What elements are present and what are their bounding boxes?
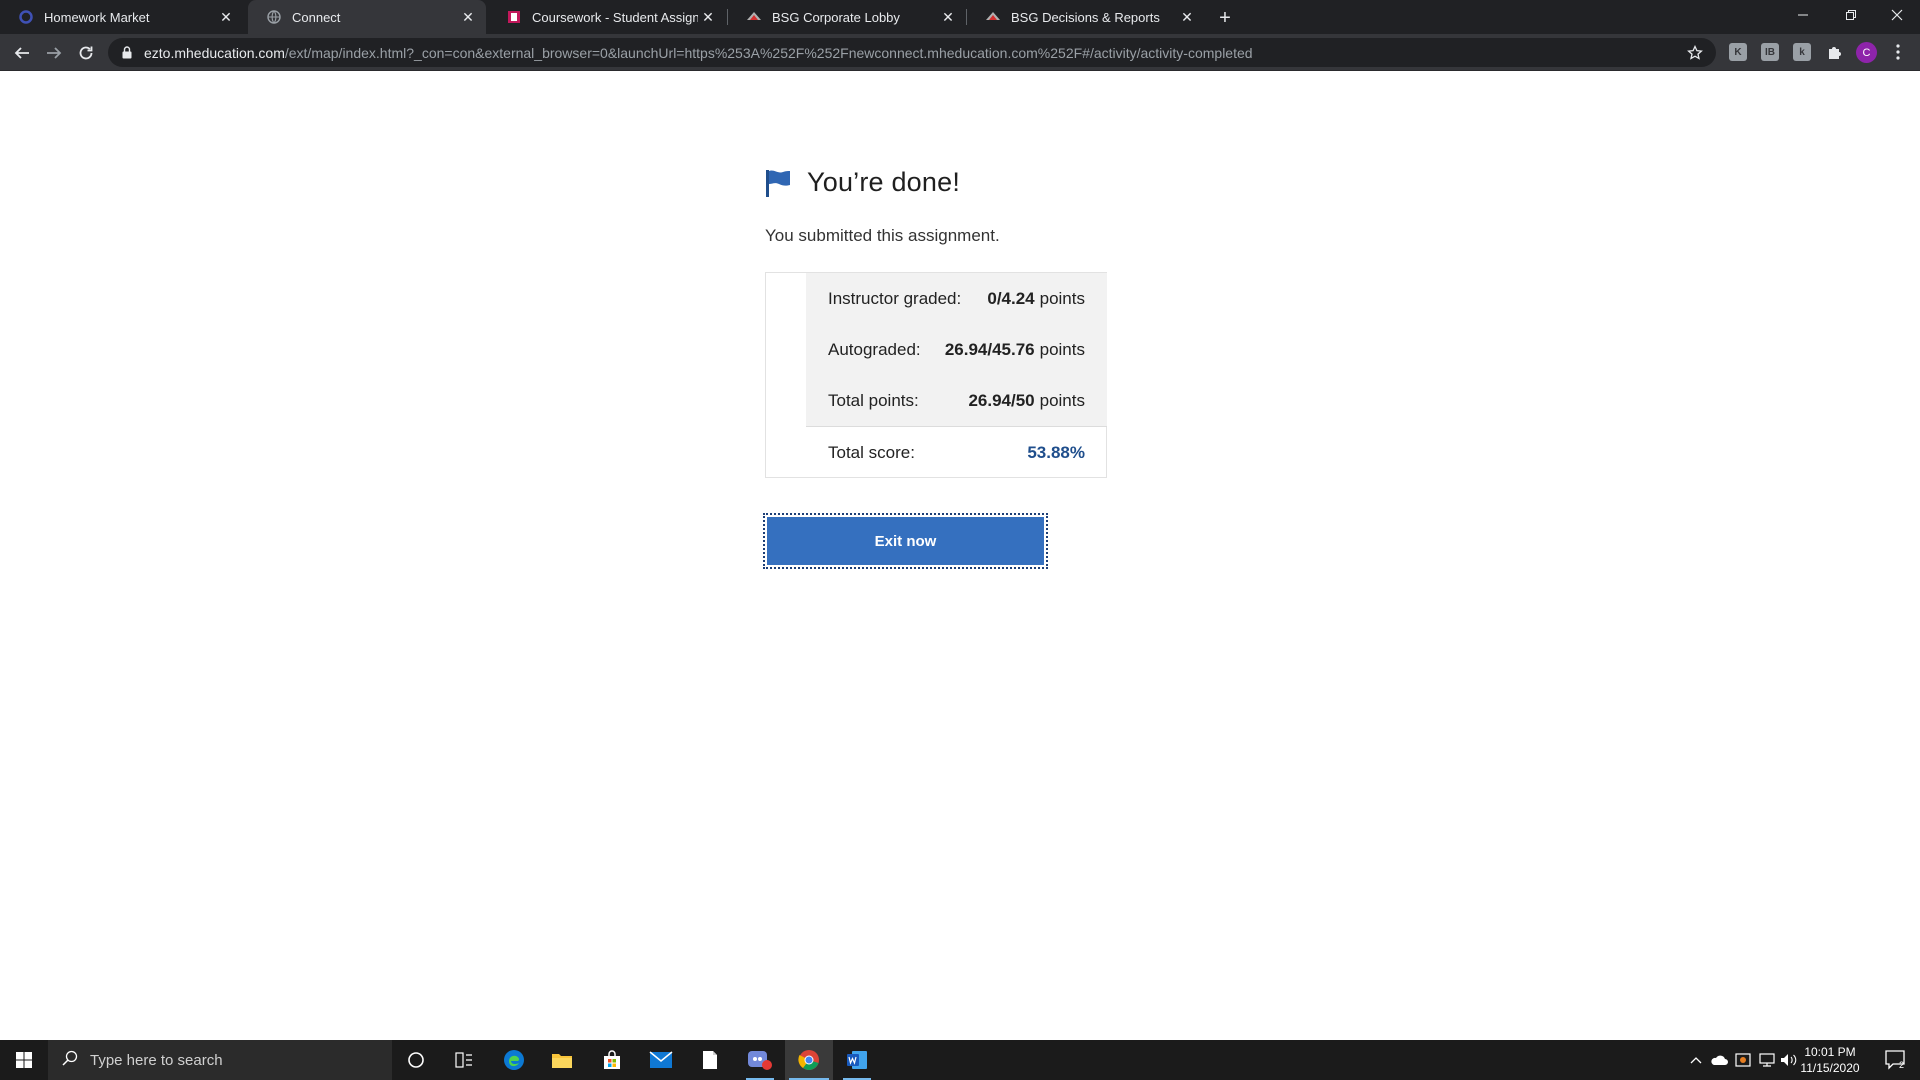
completion-header: You’re done! xyxy=(765,167,960,198)
reload-icon[interactable] xyxy=(72,39,100,67)
url-path: /ext/map/index.html?_con=con&external_br… xyxy=(284,44,1253,61)
new-tab-button[interactable]: + xyxy=(1212,5,1238,31)
submission-message: You submitted this assignment. xyxy=(765,226,1000,245)
tab-title: Homework Market xyxy=(44,9,150,25)
minimize-icon[interactable] xyxy=(1780,0,1826,30)
tab-coursework[interactable]: Coursework - Student Assignmen ✕ xyxy=(488,0,726,34)
score-label: Autograded: xyxy=(828,339,921,359)
flag-icon xyxy=(766,169,790,197)
page-content: You’re done! You submitted this assignme… xyxy=(0,71,1920,1040)
lock-icon xyxy=(120,46,134,60)
coursework-favicon-icon xyxy=(506,9,522,25)
close-tab-icon[interactable]: ✕ xyxy=(458,7,478,27)
score-value: 26.94/50 points xyxy=(968,391,1085,411)
tab-title: BSG Corporate Lobby xyxy=(772,9,900,25)
score-unit: points xyxy=(1039,339,1085,359)
score-row-total-points: Total points: 26.94/50 points xyxy=(806,375,1107,426)
browser-toolbar: ezto.mheducation.com/ext/map/index.html?… xyxy=(0,34,1920,71)
close-tab-icon[interactable]: ✕ xyxy=(938,7,958,27)
bsg-favicon-icon xyxy=(985,9,1001,25)
extensions-puzzle-icon[interactable] xyxy=(1820,39,1848,67)
mail-icon[interactable] xyxy=(637,1040,685,1080)
score-number: 26.94/45.76 xyxy=(944,339,1035,359)
cortana-icon[interactable] xyxy=(392,1040,440,1080)
tab-homework-market[interactable]: Homework Market ✕ xyxy=(0,0,244,34)
score-row-total-score: Total score: 53.88% xyxy=(806,427,1107,478)
clock-date: 11/15/2020 xyxy=(1800,1061,1860,1075)
security-shield-tray-icon[interactable] xyxy=(1732,1040,1754,1080)
clock-time: 10:01 PM xyxy=(1804,1045,1856,1059)
chrome-icon[interactable] xyxy=(785,1040,833,1080)
tab-title: Connect xyxy=(292,9,341,25)
network-icon[interactable] xyxy=(1756,1040,1778,1080)
address-bar[interactable]: ezto.mheducation.com/ext/map/index.html?… xyxy=(108,38,1716,67)
search-icon xyxy=(62,1050,78,1071)
close-tab-icon[interactable]: ✕ xyxy=(216,7,236,27)
file-explorer-icon[interactable] xyxy=(538,1040,586,1080)
tab-bsg-decisions-reports[interactable]: BSG Decisions & Reports ✕ xyxy=(967,0,1205,34)
tab-title: Coursework - Student Assignmen xyxy=(532,9,698,25)
total-score-value: 53.88% xyxy=(1027,442,1085,462)
exit-button-focus-ring: Exit now xyxy=(763,513,1048,569)
close-tab-icon[interactable]: ✕ xyxy=(698,7,718,27)
taskbar: Type here to search 10:01 PM 11/15/2020 … xyxy=(0,1040,1920,1080)
profile-avatar[interactable]: C xyxy=(1856,42,1877,63)
page-title: You’re done! xyxy=(807,167,961,197)
score-label: Total points: xyxy=(828,390,919,410)
edge-browser-icon[interactable] xyxy=(490,1040,538,1080)
score-number: 0/4.24 xyxy=(987,288,1035,308)
microsoft-store-icon[interactable] xyxy=(588,1040,636,1080)
exit-now-button[interactable]: Exit now xyxy=(767,517,1044,565)
tab-connect[interactable]: Connect ✕ xyxy=(248,0,486,34)
onedrive-cloud-icon[interactable] xyxy=(1708,1040,1730,1080)
score-row-autograded: Autograded: 26.94/45.76 points xyxy=(806,324,1107,375)
word-icon[interactable] xyxy=(833,1040,881,1080)
tray-chevron-up-icon[interactable] xyxy=(1686,1040,1706,1080)
homework-market-favicon-icon xyxy=(18,9,34,25)
tab-bsg-corporate-lobby[interactable]: BSG Corporate Lobby ✕ xyxy=(728,0,966,34)
notification-count: 2 xyxy=(1899,1060,1904,1070)
score-row-instructor-graded: Instructor graded: 0/4.24 points xyxy=(806,273,1107,324)
score-value: 0/4.24 points xyxy=(987,289,1085,309)
tab-strip: Homework Market ✕ Connect ✕ Coursework -… xyxy=(0,0,1920,34)
extension-k-lower-icon[interactable]: k xyxy=(1793,43,1811,61)
score-summary-card: Instructor graded: 0/4.24 points Autograd… xyxy=(765,272,1107,478)
taskbar-clock[interactable]: 10:01 PM 11/15/2020 xyxy=(1790,1044,1870,1076)
back-arrow-icon[interactable] xyxy=(8,39,36,67)
notifications-icon[interactable]: 2 xyxy=(1876,1040,1916,1080)
windows-start-icon[interactable] xyxy=(0,1040,48,1080)
discord-app-icon[interactable] xyxy=(736,1040,784,1080)
score-value: 26.94/45.76 points xyxy=(945,340,1085,360)
close-window-icon[interactable] xyxy=(1874,0,1920,30)
url-host: ezto.mheducation.com xyxy=(144,44,285,61)
close-tab-icon[interactable]: ✕ xyxy=(1177,7,1197,27)
score-unit: points xyxy=(1039,288,1085,308)
forward-arrow-icon[interactable] xyxy=(40,39,68,67)
search-placeholder: Type here to search xyxy=(90,1051,223,1069)
taskbar-search-box[interactable]: Type here to search xyxy=(48,1040,392,1080)
extension-k-icon[interactable]: K xyxy=(1729,43,1747,61)
bookmark-star-icon[interactable] xyxy=(1686,44,1704,62)
task-view-icon[interactable] xyxy=(440,1040,488,1080)
score-label: Instructor graded: xyxy=(828,288,962,308)
restore-icon[interactable] xyxy=(1828,0,1874,30)
bsg-favicon-icon xyxy=(746,9,762,25)
score-unit: points xyxy=(1039,390,1085,410)
globe-icon xyxy=(266,9,282,25)
extension-ib-icon[interactable]: IB xyxy=(1761,43,1779,61)
url-text: ezto.mheducation.com/ext/map/index.html?… xyxy=(144,45,1253,61)
notepad-file-icon[interactable] xyxy=(686,1040,734,1080)
browser-menu-icon[interactable] xyxy=(1888,42,1908,62)
total-score-label: Total score: xyxy=(828,442,915,462)
tab-title: BSG Decisions & Reports xyxy=(1011,9,1160,25)
score-number: 26.94/50 xyxy=(968,390,1035,410)
